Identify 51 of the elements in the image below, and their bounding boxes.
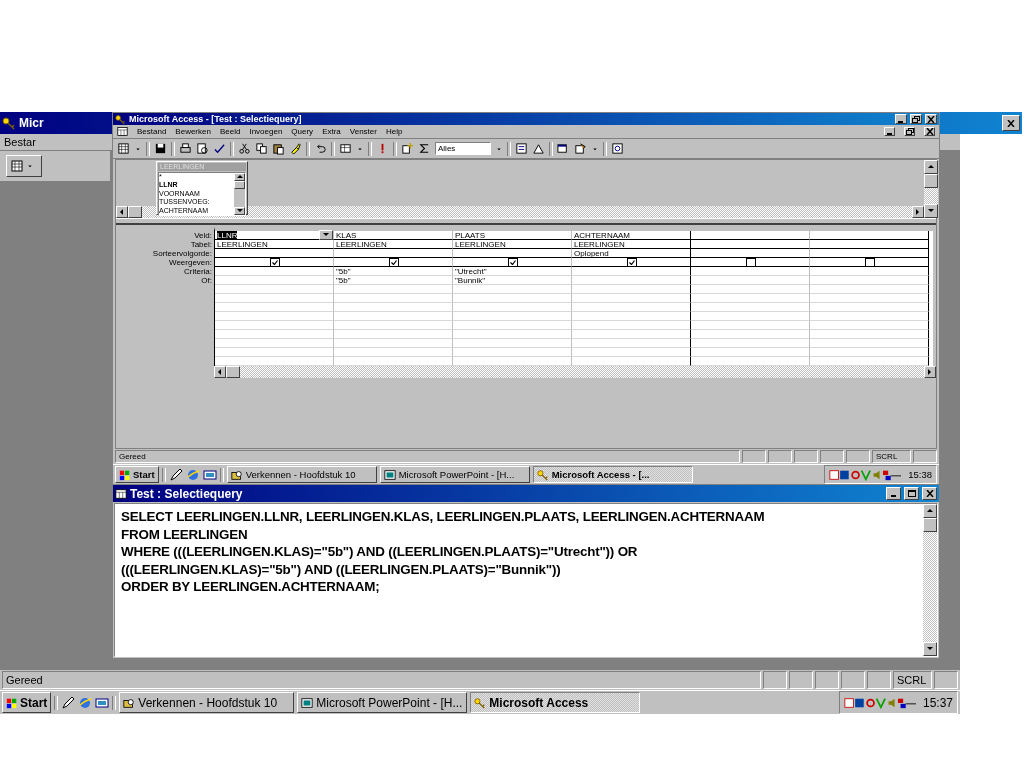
row-label: Tabel: <box>189 240 213 249</box>
taskbar-button[interactable]: Verkennen - Hoofdstuk 10 <box>226 466 377 483</box>
grid-cell[interactable]: PLAATS <box>453 231 572 240</box>
menu-item[interactable]: Bestand <box>137 127 167 136</box>
status-text: Gereed <box>2 671 761 689</box>
grid-cell[interactable]: "5b" <box>334 267 453 276</box>
window-title: Test : Selectiequery <box>130 486 243 501</box>
sql-line: FROM LEERLINGEN <box>121 525 249 543</box>
status-indicator: SCRL <box>893 671 932 689</box>
grid-cell[interactable]: LEERLINGEN <box>334 240 453 249</box>
window-title: Micr <box>19 116 44 130</box>
menu-item[interactable]: Venster <box>349 127 377 136</box>
taskbar-button[interactable]: Microsoft PowerPoint - [H... <box>297 692 468 713</box>
grid-cell[interactable]: LEERLINGEN <box>453 240 572 249</box>
row-label: Weergeven: <box>168 258 213 267</box>
sql-line: (((LEERLINGEN.KLAS)="5b") AND ((LEERLINGEN.PLAATS)="Bunnik")) <box>121 560 562 578</box>
grid-cell[interactable]: LEERLINGEN <box>215 240 334 249</box>
menu-item[interactable]: Bewerken <box>175 127 211 136</box>
menu-item[interactable]: Bestar <box>4 136 36 148</box>
taskbar-button[interactable]: Microsoft PowerPoint - [H... <box>379 466 530 483</box>
start-button[interactable]: Start <box>2 692 52 713</box>
grid-cell[interactable]: "Bunnik" <box>453 276 572 285</box>
menu-item[interactable]: Help <box>385 127 403 136</box>
row-label: Sorteervolgorde: <box>151 249 213 258</box>
sql-line: SELECT LEERLINGEN.LLNR, LEERLINGEN.KLAS, LEERLINGEN.PLAATS, LEERLINGEN.ACHTERNAAM <box>121 508 766 526</box>
row-label: Of: <box>200 276 213 285</box>
system-tray: 15:38 <box>824 465 937 484</box>
window-title: Microsoft Access - [Test : Selectiequery] <box>129 114 302 124</box>
grid-cell[interactable]: ACHTERNAAM <box>572 231 691 240</box>
menu-item[interactable]: Extra <box>322 127 341 136</box>
row-label: Veld: <box>193 231 213 240</box>
status-text: Gereed <box>115 450 740 463</box>
menu-item[interactable]: Invoegen <box>249 127 283 136</box>
row-label: Criteria: <box>183 267 213 276</box>
grid-cell[interactable]: KLAS <box>334 231 453 240</box>
grid-cell[interactable]: "5b" <box>334 276 453 285</box>
taskbar-button[interactable]: Microsoft Access <box>470 692 641 713</box>
sql-line: ORDER BY LEERLINGEN.ACHTERNAAM; <box>121 578 381 596</box>
combo-box[interactable]: Alles <box>435 142 491 155</box>
taskbar-button[interactable]: Verkennen - Hoofdstuk 10 <box>119 692 295 713</box>
grid-cell[interactable]: "Utrecht" <box>453 267 572 276</box>
taskbar-button[interactable]: Microsoft Access - [... <box>532 466 693 483</box>
menu-item[interactable]: Query <box>291 127 314 136</box>
menu-item[interactable]: Beeld <box>219 127 241 136</box>
start-button[interactable]: Start <box>115 466 159 483</box>
grid-cell[interactable]: Oplopend <box>572 249 691 258</box>
system-tray: 15:37 <box>838 691 958 714</box>
grid-cell[interactable]: LLNR <box>215 231 334 240</box>
grid-cell[interactable]: LEERLINGEN <box>572 240 691 249</box>
status-indicator: SCRL <box>872 450 911 463</box>
sql-line: WHERE (((LEERLINGEN.KLAS)="5b") AND ((LEERLINGEN.PLAATS)="Utrecht")) OR <box>121 543 639 561</box>
